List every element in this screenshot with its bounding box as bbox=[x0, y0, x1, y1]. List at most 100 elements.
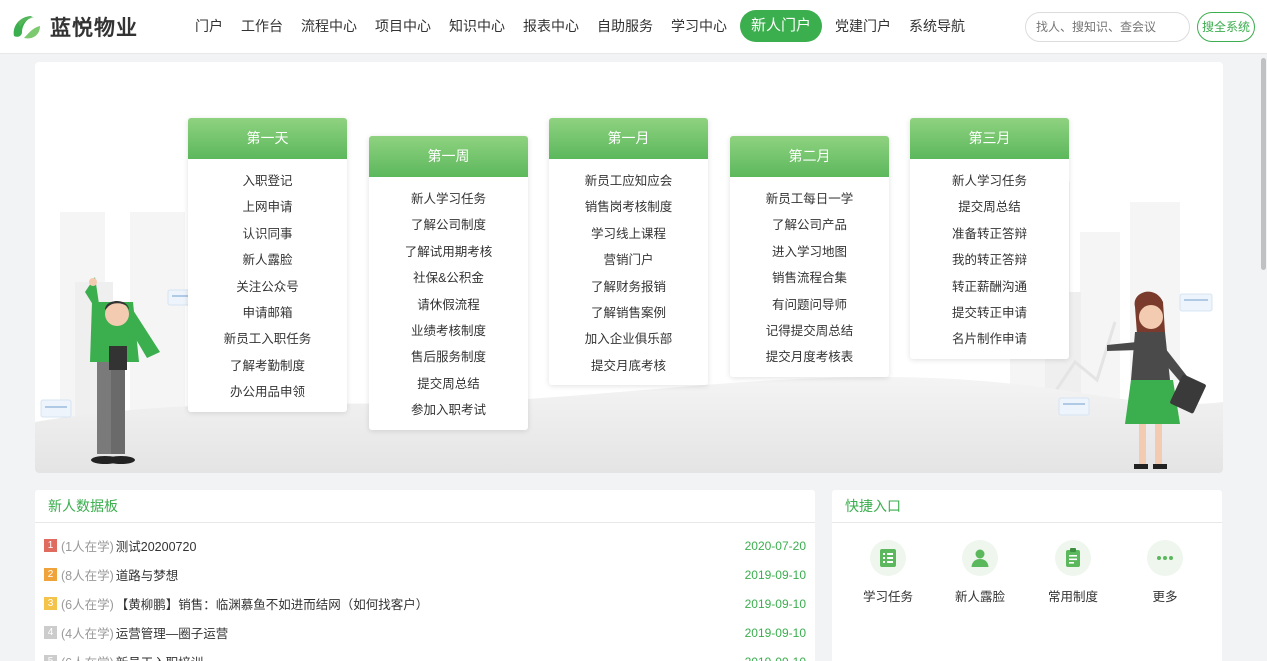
stage-task-link[interactable]: 新人学习任务 bbox=[369, 186, 528, 212]
stage-task-link[interactable]: 提交周总结 bbox=[910, 194, 1069, 220]
stage-task-link[interactable]: 参加入职考试 bbox=[369, 397, 528, 423]
stage-task-link[interactable]: 了解财务报销 bbox=[549, 274, 708, 300]
stage-task-link[interactable]: 有问题问导师 bbox=[730, 292, 889, 318]
nav-item-report-center[interactable]: 报表中心 bbox=[514, 10, 588, 42]
brand-logo[interactable]: 蓝悦物业 bbox=[10, 12, 138, 42]
row-date: 2019-09-10 bbox=[744, 596, 806, 611]
more-dots-icon bbox=[1147, 540, 1183, 576]
nav-item-workbench[interactable]: 工作台 bbox=[232, 10, 292, 42]
learner-count: (6人在学) bbox=[61, 598, 114, 612]
quick-entry-label: 新人露脸 bbox=[954, 590, 1005, 604]
stage-title: 第一周 bbox=[369, 136, 528, 177]
stage-task-link[interactable]: 提交周总结 bbox=[369, 371, 528, 397]
stage-task-list: 入职登记 上网申请 认识同事 新人露脸 关注公众号 申请邮箱 新员工入职任务 了… bbox=[188, 159, 347, 412]
stage-task-link[interactable]: 了解销售案例 bbox=[549, 300, 708, 326]
stage-task-link[interactable]: 销售岗考核制度 bbox=[549, 194, 708, 220]
stage-task-link[interactable]: 新员工每日一学 bbox=[730, 186, 889, 212]
quick-entry-label: 常用制度 bbox=[1047, 590, 1098, 604]
quick-entry-more[interactable]: 更多 bbox=[1130, 540, 1200, 605]
stage-task-link[interactable]: 认识同事 bbox=[188, 221, 347, 247]
nav-item-learning-center[interactable]: 学习中心 bbox=[662, 10, 736, 42]
board-row[interactable]: 1 (1人在学) 测试20200720 2020-07-20 bbox=[44, 531, 806, 560]
course-title: 【黄柳鹏】销售：临渊慕鱼不如进而结网（如何找客户） bbox=[115, 598, 429, 612]
main-nav: 门户 工作台 流程中心 项目中心 知识中心 报表中心 自助服务 学习中心 新人门… bbox=[186, 10, 974, 42]
learner-count: (4人在学) bbox=[61, 627, 114, 641]
nav-item-process-center[interactable]: 流程中心 bbox=[292, 10, 366, 42]
newcomer-data-board: 新人数据板 1 (1人在学) 测试20200720 2020-07-20 2 (… bbox=[35, 490, 815, 661]
stage-task-link[interactable]: 售后服务制度 bbox=[369, 344, 528, 370]
stage-task-link[interactable]: 了解公司制度 bbox=[369, 212, 528, 238]
rank-badge: 3 bbox=[44, 597, 57, 610]
stage-task-link[interactable]: 社保&公积金 bbox=[369, 265, 528, 291]
stage-task-link[interactable]: 办公用品申领 bbox=[188, 379, 347, 405]
nav-item-portal[interactable]: 门户 bbox=[186, 10, 232, 42]
stage-task-link[interactable]: 新人露脸 bbox=[188, 247, 347, 273]
stage-task-link[interactable]: 记得提交周总结 bbox=[730, 318, 889, 344]
stage-task-link[interactable]: 提交月度考核表 bbox=[730, 344, 889, 370]
stage-task-link[interactable]: 提交转正申请 bbox=[910, 300, 1069, 326]
leaf-logo-icon bbox=[13, 16, 40, 39]
stage-task-link[interactable]: 新员工应知应会 bbox=[549, 168, 708, 194]
stage-card-month-two: 第二月 新员工每日一学 了解公司产品 进入学习地图 销售流程合集 有问题问导师 … bbox=[730, 136, 889, 377]
stage-task-link[interactable]: 新员工入职任务 bbox=[188, 326, 347, 352]
board-row[interactable]: 3 (6人在学) 【黄柳鹏】销售：临渊慕鱼不如进而结网（如何找客户） 2019-… bbox=[44, 589, 806, 618]
quick-entry-label: 更多 bbox=[1152, 590, 1178, 604]
stage-task-link[interactable]: 营销门户 bbox=[549, 247, 708, 273]
stage-task-list: 新人学习任务 了解公司制度 了解试用期考核 社保&公积金 请休假流程 业绩考核制… bbox=[369, 177, 528, 430]
quick-entry-learning-tasks[interactable]: 学习任务 bbox=[853, 540, 923, 605]
course-title: 道路与梦想 bbox=[115, 569, 179, 583]
nav-item-self-service[interactable]: 自助服务 bbox=[588, 10, 662, 42]
stage-task-link[interactable]: 业绩考核制度 bbox=[369, 318, 528, 344]
learner-count: (1人在学) bbox=[61, 540, 114, 554]
stage-card-month-three: 第三月 新人学习任务 提交周总结 准备转正答辩 我的转正答辩 转正薪酬沟通 提交… bbox=[910, 118, 1069, 359]
rank-badge: 4 bbox=[44, 626, 57, 639]
stage-card-day-one: 第一天 入职登记 上网申请 认识同事 新人露脸 关注公众号 申请邮箱 新员工入职… bbox=[188, 118, 347, 412]
quick-entry-label: 学习任务 bbox=[862, 590, 913, 604]
nav-item-party-portal[interactable]: 党建门户 bbox=[826, 10, 900, 42]
task-list-icon bbox=[870, 540, 906, 576]
stage-task-link[interactable]: 入职登记 bbox=[188, 168, 347, 194]
stage-task-link[interactable]: 了解试用期考核 bbox=[369, 239, 528, 265]
quick-entry-panel: 快捷入口 学习任务 新人露脸 常用制度 更多 bbox=[832, 490, 1222, 661]
stage-task-link[interactable]: 准备转正答辩 bbox=[910, 221, 1069, 247]
quick-entry-common-policies[interactable]: 常用制度 bbox=[1038, 540, 1108, 605]
stage-task-link[interactable]: 了解考勤制度 bbox=[188, 353, 347, 379]
stage-task-link[interactable]: 我的转正答辩 bbox=[910, 247, 1069, 273]
stage-task-link[interactable]: 新人学习任务 bbox=[910, 168, 1069, 194]
course-title: 新员工入职培训 bbox=[116, 652, 745, 661]
board-row[interactable]: 2 (8人在学) 道路与梦想 2019-09-10 bbox=[44, 560, 806, 589]
top-navigation-bar: 蓝悦物业 门户 工作台 流程中心 项目中心 知识中心 报表中心 自助服务 学习中… bbox=[0, 0, 1267, 54]
stage-task-link[interactable]: 提交月底考核 bbox=[549, 353, 708, 379]
stage-task-link[interactable]: 学习线上课程 bbox=[549, 221, 708, 247]
nav-item-system-navigation[interactable]: 系统导航 bbox=[900, 10, 974, 42]
stage-task-link[interactable]: 请休假流程 bbox=[369, 292, 528, 318]
global-search-input[interactable] bbox=[1025, 12, 1190, 42]
board-row[interactable]: 5 (6人在学) 新员工入职培训 2019-09-10 bbox=[44, 647, 806, 661]
stage-task-link[interactable]: 进入学习地图 bbox=[730, 239, 889, 265]
nav-item-project-center[interactable]: 项目中心 bbox=[366, 10, 440, 42]
stage-task-link[interactable]: 加入企业俱乐部 bbox=[549, 326, 708, 352]
page-scrollbar-thumb[interactable] bbox=[1261, 58, 1266, 270]
nav-item-knowledge-center[interactable]: 知识中心 bbox=[440, 10, 514, 42]
stage-title: 第一天 bbox=[188, 118, 347, 159]
stage-title: 第三月 bbox=[910, 118, 1069, 159]
quick-entry-newcomer-intro[interactable]: 新人露脸 bbox=[945, 540, 1015, 605]
stage-task-link[interactable]: 上网申请 bbox=[188, 194, 347, 220]
panel-title: 新人数据板 bbox=[35, 490, 815, 523]
rank-badge: 1 bbox=[44, 539, 57, 552]
row-date: 2019-09-10 bbox=[744, 567, 806, 582]
stage-title: 第二月 bbox=[730, 136, 889, 177]
stage-card-month-one: 第一月 新员工应知应会 销售岗考核制度 学习线上课程 营销门户 了解财务报销 了… bbox=[549, 118, 708, 386]
search-all-systems-button[interactable]: 搜全系统 bbox=[1197, 12, 1255, 42]
person-icon bbox=[962, 540, 998, 576]
stage-task-list: 新员工每日一学 了解公司产品 进入学习地图 销售流程合集 有问题问导师 记得提交… bbox=[730, 177, 889, 377]
stage-task-link[interactable]: 转正薪酬沟通 bbox=[910, 274, 1069, 300]
board-row[interactable]: 4 (4人在学) 运营管理—圈子运营 2019-09-10 bbox=[44, 618, 806, 647]
stage-task-link[interactable]: 了解公司产品 bbox=[730, 212, 889, 238]
stage-task-link[interactable]: 名片制作申请 bbox=[910, 326, 1069, 352]
stage-task-link[interactable]: 申请邮箱 bbox=[188, 300, 347, 326]
stage-task-link[interactable]: 关注公众号 bbox=[188, 274, 347, 300]
nav-item-newcomer-portal[interactable]: 新人门户 bbox=[740, 10, 823, 42]
row-date: 2019-09-10 bbox=[745, 655, 806, 661]
stage-task-link[interactable]: 销售流程合集 bbox=[730, 265, 889, 291]
